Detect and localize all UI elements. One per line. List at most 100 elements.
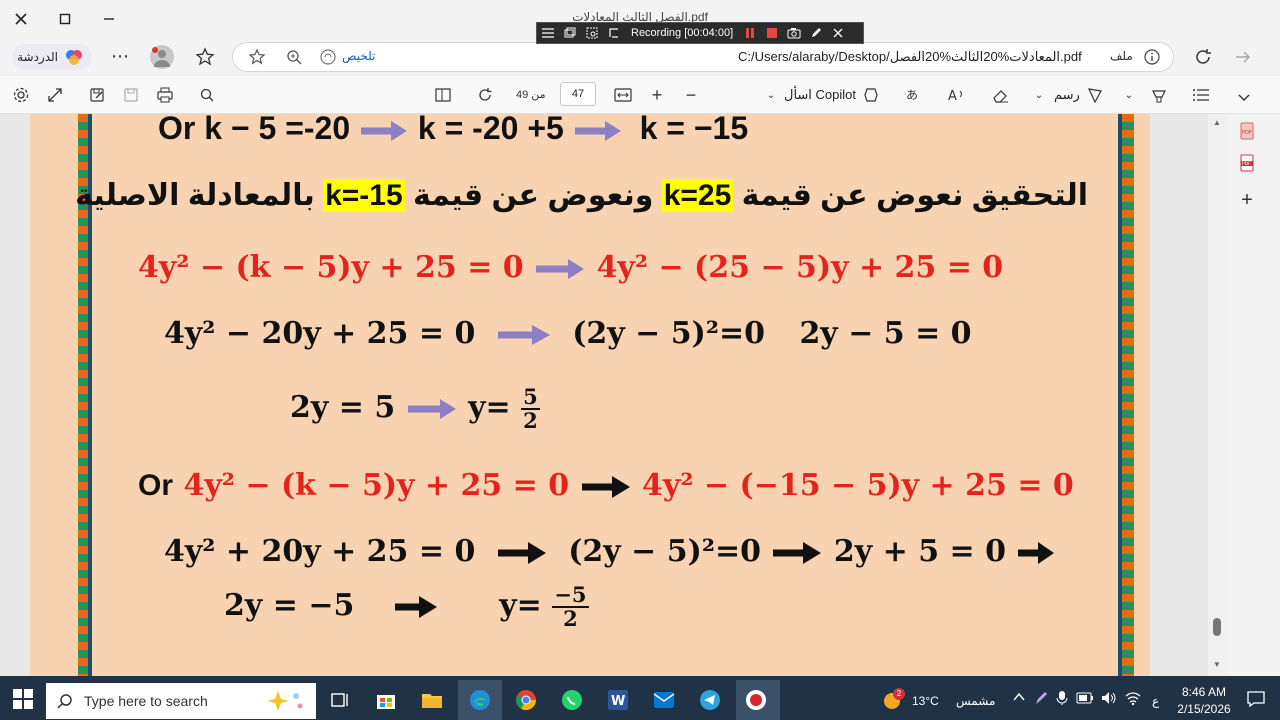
- whatsapp-icon[interactable]: [560, 688, 584, 712]
- weather-desc[interactable]: مشمس: [956, 694, 995, 708]
- screen-recorder-icon[interactable]: [744, 688, 768, 712]
- draw-chevron-icon[interactable]: ⌄: [1118, 84, 1140, 106]
- save-icon[interactable]: [120, 84, 142, 106]
- vertical-scrollbar[interactable]: [1208, 114, 1228, 676]
- svg-text:PDF: PDF: [1242, 130, 1252, 136]
- eq5-left: 4y² + 20y + 25 = 0: [164, 534, 476, 569]
- verification-line: التحقيق نعوض عن قيمة k=25 ونعوض عن قيمة …: [75, 178, 1088, 213]
- highlight-icon[interactable]: [1148, 84, 1170, 106]
- equation-5: 4y² + 20y + 25 = 0 (2y − 5)²=0 2y + 5 = …: [164, 534, 1056, 569]
- weather-temp[interactable]: 13°C: [912, 694, 939, 708]
- copilot-pdf-icon[interactable]: [860, 84, 882, 106]
- refresh-icon[interactable]: [1192, 46, 1214, 68]
- clock[interactable]: 8:46 AM 2/15/2026: [1170, 684, 1238, 718]
- pen-icon[interactable]: [805, 23, 827, 43]
- store-icon[interactable]: [374, 688, 398, 712]
- scroll-down-icon[interactable]: ▼: [1213, 660, 1221, 669]
- forward-arrow-icon[interactable]: [1232, 46, 1254, 68]
- fit-width-icon[interactable]: [612, 84, 634, 106]
- eq6-left: 2y = −5: [224, 588, 355, 624]
- verify-part1: التحقيق نعوض عن قيمة: [741, 179, 1088, 212]
- black-arrow-icon: [773, 542, 822, 564]
- pdf-file-icon[interactable]: PDF: [1238, 122, 1256, 140]
- draw-icon[interactable]: [1084, 84, 1106, 106]
- close-window-icon[interactable]: [8, 6, 34, 32]
- pause-icon[interactable]: [739, 23, 761, 43]
- rotate-icon[interactable]: [603, 23, 625, 43]
- translate-icon[interactable]: あ: [904, 84, 926, 106]
- camera-icon[interactable]: [783, 23, 805, 43]
- eq6-y: y=: [499, 588, 542, 624]
- eq2-right: 2y − 5 = 0: [799, 316, 972, 351]
- settings-gear-icon[interactable]: [10, 84, 32, 106]
- favorites-icon[interactable]: [194, 46, 216, 68]
- ask-copilot-button[interactable]: اسأل Copilot: [784, 87, 856, 103]
- file-explorer-icon[interactable]: [420, 688, 444, 712]
- notifications-icon[interactable]: [1246, 690, 1266, 708]
- page-number-input[interactable]: 47: [560, 82, 596, 106]
- page-view-icon[interactable]: [432, 84, 454, 106]
- zoom-icon[interactable]: [284, 47, 304, 67]
- summary-button[interactable]: تلخيص: [342, 49, 375, 63]
- page-count-label: من 49: [516, 89, 546, 101]
- task-view-icon[interactable]: [328, 688, 352, 712]
- rotate-page-icon[interactable]: [474, 84, 496, 106]
- eq1-left: 4y² − (k − 5)y + 25 = 0: [138, 250, 524, 285]
- fullscreen-icon[interactable]: [44, 84, 66, 106]
- input-language[interactable]: ع: [1152, 694, 1159, 708]
- save-as-icon[interactable]: [86, 84, 108, 106]
- microphone-icon[interactable]: [1056, 690, 1068, 706]
- eq4-right: 4y² − (−15 − 5)y + 25 = 0: [642, 468, 1074, 503]
- eraser-chevron-icon[interactable]: ⌄: [1028, 84, 1050, 106]
- menu-icon[interactable]: [537, 23, 559, 43]
- battery-icon[interactable]: [1076, 692, 1094, 704]
- add-icon[interactable]: +: [1238, 190, 1256, 210]
- file-label: ملف: [1110, 49, 1133, 63]
- summary-icon[interactable]: [318, 47, 338, 67]
- purple-arrow-icon: [407, 399, 456, 420]
- word-icon[interactable]: W: [606, 688, 630, 712]
- region-capture-icon[interactable]: [581, 23, 603, 43]
- copilot-chat-button[interactable]: الدردشة: [12, 44, 92, 70]
- scroll-up-icon[interactable]: ▲: [1213, 118, 1221, 127]
- volume-icon[interactable]: [1100, 690, 1118, 706]
- verify-highlight-2: k=-15: [323, 179, 405, 212]
- close-recording-icon[interactable]: [827, 23, 849, 43]
- taskbar-search[interactable]: Type here to search: [46, 683, 316, 719]
- windows-start-icon[interactable]: [12, 688, 34, 710]
- contents-list-icon[interactable]: [1190, 84, 1212, 106]
- print-icon[interactable]: [154, 84, 176, 106]
- read-aloud-icon[interactable]: A: [946, 84, 968, 106]
- add-favorite-star-icon[interactable]: [246, 46, 268, 68]
- chevron-down-icon[interactable]: ⌄: [760, 84, 782, 106]
- outlook-icon[interactable]: [652, 688, 676, 712]
- equation-3: 2y = 5 y= 5 2: [290, 385, 540, 432]
- eraser-icon[interactable]: [990, 84, 1012, 106]
- chrome-icon[interactable]: [514, 688, 538, 712]
- verify-part3: بالمعادلة الاصلية: [75, 179, 315, 212]
- pdf-active-icon[interactable]: PDF: [1238, 154, 1256, 172]
- equation-6: 2y = −5 y= −5 2: [224, 583, 589, 630]
- eq2-left: 4y² − 20y + 25 = 0: [164, 316, 476, 351]
- zoom-in-icon[interactable]: +: [646, 84, 668, 106]
- maximize-window-icon[interactable]: [52, 6, 78, 32]
- telegram-icon[interactable]: [698, 688, 722, 712]
- pdf-page: Or k − 5 =-20 k = -20 +5 k = −15 التحقيق…: [75, 110, 1118, 676]
- search-icon[interactable]: [196, 84, 218, 106]
- pen-tray-icon[interactable]: [1034, 690, 1048, 706]
- equation-2: 4y² − 20y + 25 = 0 (2y − 5)²=0 2y − 5 = …: [164, 316, 972, 351]
- profile-avatar[interactable]: [150, 45, 174, 69]
- info-icon[interactable]: [1142, 47, 1162, 67]
- zoom-out-icon[interactable]: −: [680, 84, 702, 106]
- edge-icon[interactable]: [468, 688, 492, 712]
- stop-icon[interactable]: [761, 23, 783, 43]
- draw-button[interactable]: رسم: [1054, 87, 1080, 103]
- minimize-window-icon[interactable]: [96, 6, 122, 32]
- show-hidden-icons-chevron[interactable]: [1012, 690, 1026, 704]
- scrollbar-thumb[interactable]: [1213, 618, 1221, 636]
- more-options-icon[interactable]: ⋯: [110, 47, 130, 68]
- window-capture-icon[interactable]: [559, 23, 581, 43]
- collapse-chevron-icon[interactable]: [1236, 92, 1254, 106]
- wifi-icon[interactable]: [1124, 690, 1142, 706]
- url-text[interactable]: C:/Users/alaraby/Desktop/المعادلات%20الث…: [738, 49, 1082, 65]
